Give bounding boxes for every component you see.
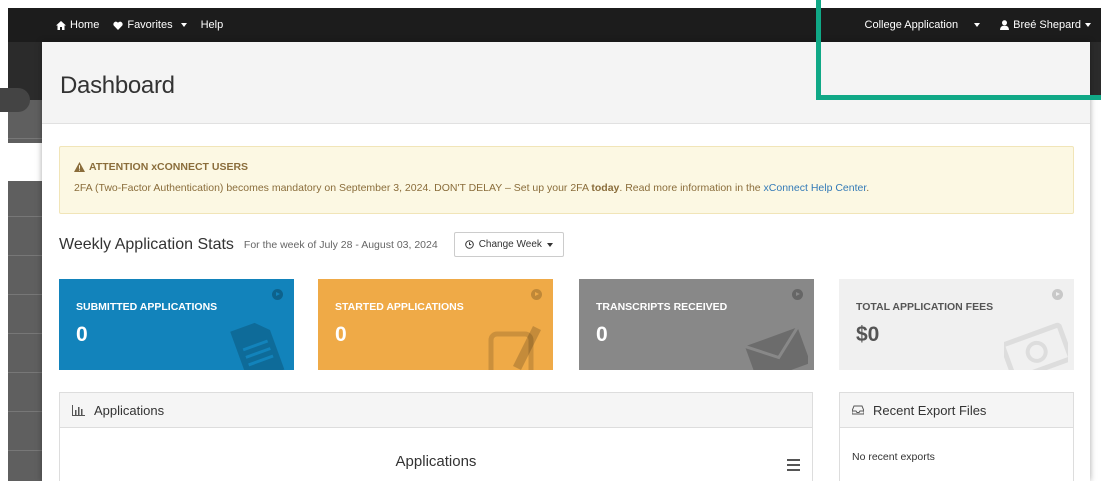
page-title: Dashboard [60,72,175,99]
clock-icon [464,240,474,249]
hamburger-menu-icon[interactable] [787,459,800,474]
sidebar-active-item[interactable] [8,143,42,181]
no-exports-message: No recent exports [852,451,935,463]
applications-panel-header: Applications [60,393,812,428]
nav-home[interactable]: Home [56,19,99,31]
play-icon[interactable] [792,289,803,300]
chevron-down-icon [180,23,187,27]
app-selector-label: College Application [864,19,959,31]
submitted-applications-card[interactable]: SUBMITTED APPLICATIONS 0 [59,279,294,370]
chevron-down-icon [974,23,981,27]
nav-left: Home Favorites Help [56,19,223,31]
alert-title-text: ATTENTION xCONNECT USERS [89,161,249,173]
alert-title: ATTENTION xCONNECT USERS [74,161,1059,173]
nav-help[interactable]: Help [201,19,224,31]
sidebar-row [8,373,42,412]
bar-chart-icon [72,404,85,416]
recent-exports-panel: Recent Export Files No recent exports [839,392,1074,481]
stat-label: TOTAL APPLICATION FEES [856,301,994,313]
chevron-down-icon [1085,23,1091,27]
sidebar-row [8,256,42,295]
envelope-icon [744,326,808,370]
pencil-icon [488,326,541,370]
alert-body-text: . Read more information in the [619,182,764,194]
applications-chart-title: Applications [395,453,477,470]
money-icon [1004,322,1068,370]
sidebar-row [8,295,42,334]
sidebar-row [8,451,42,481]
app-selector[interactable]: College Application [865,19,981,31]
nav-right: College Application Breé Shepard [865,19,1091,31]
inbox-icon [852,405,864,415]
play-icon[interactable] [1052,289,1063,300]
user-icon [1000,20,1010,30]
change-week-button[interactable]: Change Week [453,232,564,257]
heart-icon [113,21,123,30]
nav-home-label: Home [70,19,100,31]
stat-label: STARTED APPLICATIONS [335,301,464,313]
sidebar-row [8,334,42,373]
stat-label: TRANSCRIPTS RECEIVED [596,301,728,313]
document-icon [230,322,285,370]
user-menu[interactable]: Breé Shepard [1000,19,1091,31]
total-application-fees-card[interactable]: TOTAL APPLICATION FEES $0 [839,279,1074,370]
sidebar-row [8,412,42,451]
alert-body: 2FA (Two-Factor Authentication) becomes … [74,182,1059,194]
sidebar-row [8,217,42,256]
sidebar-toggle[interactable] [0,88,30,112]
stat-label: SUBMITTED APPLICATIONS [76,301,218,313]
applications-panel-title: Applications [94,402,165,418]
attention-alert: ATTENTION xCONNECT USERS 2FA (Two-Factor… [59,146,1074,214]
user-name: Breé Shepard [1013,19,1081,31]
recent-exports-header: Recent Export Files [840,393,1073,428]
applications-panel: Applications Applications [59,392,813,481]
chevron-down-icon [546,242,553,247]
warning-icon [74,162,85,172]
play-icon[interactable] [531,289,542,300]
nav-help-label: Help [200,19,224,31]
weekly-stats-title: Weekly Application Stats [59,235,234,253]
play-icon[interactable] [272,289,283,300]
nav-favorites-label: Favorites [127,19,173,31]
alert-body-end: . [866,182,870,194]
weekly-range: For the week of July 28 - August 03, 202… [243,238,438,251]
home-icon [56,20,66,30]
change-week-label: Change Week [478,239,542,250]
transcripts-received-card[interactable]: TRANSCRIPTS RECEIVED 0 [579,279,814,370]
callout-line-horizontal [816,95,1101,100]
dashboard-panel: Dashboard ATTENTION xCONNECT USERS 2FA (… [42,42,1090,481]
alert-body-text: 2FA (Two-Factor Authentication) becomes … [74,182,592,194]
started-applications-card[interactable]: STARTED APPLICATIONS 0 [318,279,553,370]
weekly-stats-header: Weekly Application Stats For the week of… [59,232,564,257]
panel-header: Dashboard [42,42,1090,124]
sidebar-row [8,178,42,217]
top-navbar: Home Favorites Help College Application … [8,8,1101,42]
alert-body-emphasis: today [591,182,620,194]
callout-line-vertical [816,0,821,100]
help-center-link[interactable]: xConnect Help Center [764,182,867,194]
nav-favorites[interactable]: Favorites [113,19,187,31]
recent-exports-title: Recent Export Files [873,402,987,418]
